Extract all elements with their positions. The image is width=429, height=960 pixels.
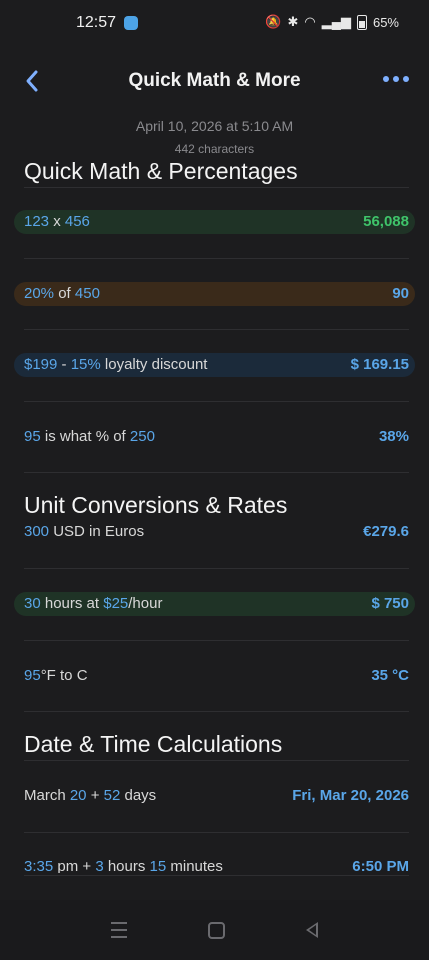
calc-expression: 300 USD in Euros: [24, 523, 145, 540]
page-title: Quick Math & More: [128, 70, 301, 91]
calc-expression: 95 is what % of 250: [24, 428, 155, 445]
calc-expression: $199 - 15% loyalty discount: [24, 356, 208, 373]
divider: [24, 568, 409, 569]
calc-result: 6:50 PM: [352, 858, 409, 873]
divider: [24, 401, 409, 402]
recent-apps-icon[interactable]: [111, 922, 127, 943]
telegram-icon: [124, 16, 138, 30]
section-title-date-time: Date & Time Calculations: [24, 731, 283, 757]
divider: [24, 472, 409, 473]
status-icons: 🔕 ✱ ◠ ▂▄▆ 65%: [265, 14, 399, 30]
calc-expression: 123 x 456: [24, 213, 90, 230]
calc-result: $ 750: [371, 595, 409, 612]
battery-percent: 65%: [372, 14, 399, 30]
home-icon[interactable]: [208, 922, 225, 939]
calc-row-what-percent[interactable]: 95 is what % of 250 38%: [14, 425, 415, 449]
calc-row-discount[interactable]: $199 - 15% loyalty discount $ 169.15: [14, 353, 415, 377]
calc-expression: 20% of 450: [24, 285, 100, 302]
divider: [24, 760, 409, 761]
divider: [24, 258, 409, 259]
calc-result: €279.6: [363, 523, 409, 540]
more-options-button[interactable]: [381, 70, 411, 88]
note-date: April 10, 2026 at 5:10 AM: [135, 118, 294, 134]
mute-icon: 🔕: [265, 14, 282, 29]
calc-expression: March 20 + 52 days: [24, 787, 157, 804]
calc-expression: 30 hours at $25/hour: [24, 595, 163, 612]
bluetooth-icon: ✱: [287, 14, 299, 29]
calc-row-hourly-rate[interactable]: 30 hours at $25/hour $ 750: [14, 592, 415, 616]
calc-result: 35 °C: [371, 667, 409, 684]
back-triangle-icon[interactable]: [306, 922, 318, 938]
section-title-unit-conversions: Unit Conversions & Rates: [24, 492, 288, 518]
divider: [24, 329, 409, 330]
calc-row-temperature[interactable]: 95°F to C 35 °C: [14, 664, 415, 688]
calc-result: 38%: [378, 428, 409, 445]
battery-icon: [356, 14, 367, 30]
more-dot-icon: [393, 76, 399, 82]
more-dot-icon: [403, 76, 409, 82]
wifi-icon: ◠: [304, 14, 316, 29]
divider: [24, 711, 409, 712]
header: Quick Math & More: [0, 60, 429, 104]
calc-expression: 3:35 pm + 3 hours 15 minutes: [24, 858, 223, 873]
character-count: 442 characters: [174, 142, 255, 156]
calc-result: 56,088: [363, 213, 409, 230]
calc-result: 90: [392, 285, 409, 302]
calc-result: $ 169.15: [350, 356, 409, 373]
divider: [24, 640, 409, 641]
more-dot-icon: [383, 76, 389, 82]
calc-expression: 95°F to C: [24, 667, 88, 684]
calc-row-date-add[interactable]: March 20 + 52 days Fri, Mar 20, 2026: [14, 784, 415, 808]
calc-row-multiply[interactable]: 123 x 456 56,088: [14, 210, 415, 234]
status-time: 12:57: [76, 14, 117, 31]
status-bar: 12:57 🔕 ✱ ◠ ▂▄▆ 65%: [0, 0, 429, 48]
divider: [24, 875, 409, 876]
calc-row-time-add[interactable]: 3:35 pm + 3 hours 15 minutes 6:50 PM: [14, 855, 415, 873]
divider: [24, 187, 409, 188]
section-title-quick-math: Quick Math & Percentages: [24, 158, 298, 184]
calc-result: Fri, Mar 20, 2026: [292, 787, 409, 804]
calc-row-currency[interactable]: 300 USD in Euros €279.6: [14, 520, 415, 544]
divider: [24, 832, 409, 833]
calc-row-percent-of[interactable]: 20% of 450 90: [14, 282, 415, 306]
signal-icon: ▂▄▆: [321, 14, 351, 29]
system-nav-bar: [0, 900, 429, 960]
